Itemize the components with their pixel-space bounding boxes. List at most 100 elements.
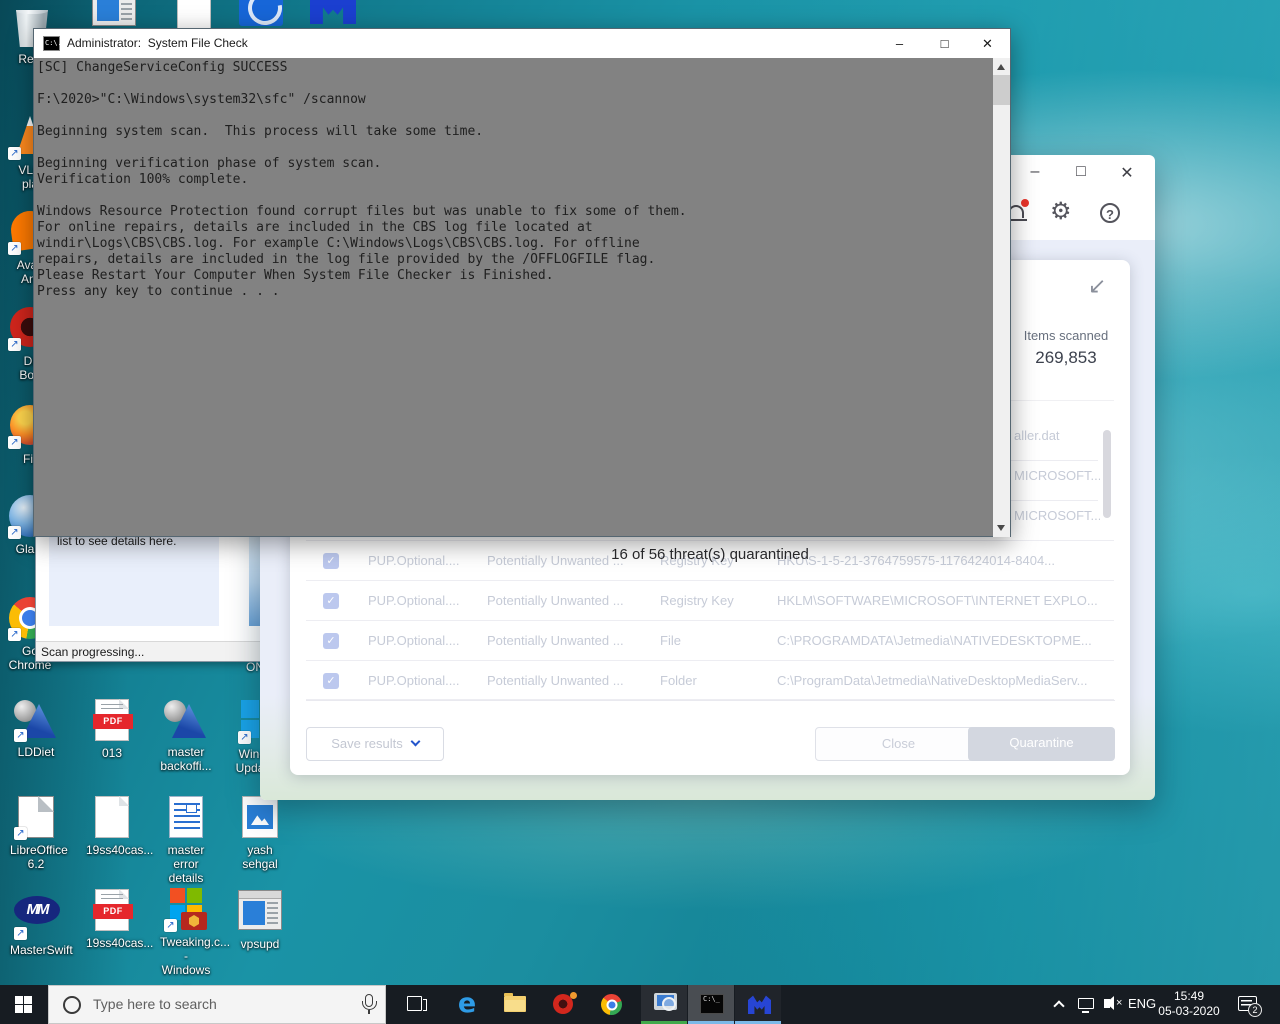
taskbar-cmd-button[interactable]: C:\_ [688, 985, 734, 1024]
start-button[interactable] [0, 985, 48, 1024]
desktop-icon-window-app[interactable] [88, 0, 140, 30]
row-separator [1010, 460, 1098, 461]
desktop-icon-libreoffice[interactable]: ↗ LibreOffice 6.2 [10, 795, 62, 871]
row-checkbox[interactable]: ✓ [323, 553, 339, 569]
row-checkbox[interactable]: ✓ [323, 633, 339, 649]
threat-table-row[interactable]: ✓ PUP.Optional.... Potentially Unwanted … [306, 660, 1114, 700]
desktop-icon-malwarebytes[interactable] [306, 0, 358, 26]
row-checkbox[interactable]: ✓ [323, 673, 339, 689]
taskbar: Type here to search e C:\_ × ENG 15:49 0… [0, 985, 1280, 1024]
malwarebytes-m-icon [748, 994, 771, 1014]
icon-label: 19ss40cas... [86, 936, 138, 950]
notification-dot [570, 992, 577, 999]
image-file-icon [242, 796, 278, 838]
partial-row-location: MICROSOFT... [1014, 508, 1100, 523]
close-button[interactable]: ✕ [1116, 163, 1138, 183]
help-icon[interactable]: ? [1100, 203, 1120, 223]
desktop-icon-blue-tile[interactable] [235, 0, 287, 26]
close-results-button[interactable]: Close [815, 727, 982, 761]
desktop-icon-document[interactable] [168, 0, 220, 31]
shortcut-arrow-icon: ↗ [8, 436, 21, 449]
desktop-icon-master-error-details[interactable]: master error details [160, 795, 212, 885]
shortcut-arrow-icon: ↗ [8, 526, 21, 539]
scroll-up-arrow-icon[interactable] [997, 64, 1005, 70]
speaker-muted-icon[interactable] [1104, 999, 1110, 1008]
desktop-icon-master-backoffice[interactable]: master backoffi... [160, 698, 212, 773]
console-title-bar[interactable]: C:\. Administrator: System File Check – … [34, 29, 1010, 58]
icon-label: master backoffi... [160, 745, 212, 773]
taskbar-edge-button[interactable]: e [443, 985, 491, 1024]
desktop-icon-vpsupd[interactable]: vpsupd [234, 888, 286, 951]
items-scanned-value: 269,853 [1002, 348, 1130, 368]
masterswift-icon: MM [14, 896, 60, 924]
desktop-icon-masterswift[interactable]: MM↗ MasterSwift [10, 888, 62, 957]
clock[interactable]: 15:49 05-03-2020 [1158, 989, 1220, 1019]
shortcut-arrow-icon: ↗ [8, 338, 21, 351]
threat-type: Registry Key [660, 593, 765, 608]
quarantine-button[interactable]: Quarantine [968, 727, 1115, 761]
microphone-icon[interactable] [365, 994, 373, 1007]
collapse-arrow-icon[interactable]: ↙ [1088, 274, 1106, 299]
desktop-icon-19ss40cas-pdf[interactable]: PDF 19ss40cas... [86, 888, 138, 950]
scanner-status-text: Scan progressing... [36, 641, 264, 661]
desktop-icon-19ss40cas-doc[interactable]: 19ss40cas... [86, 795, 138, 857]
threat-type: Folder [660, 673, 765, 688]
threat-type: File [660, 633, 765, 648]
threat-table-row[interactable]: ✓ PUP.Optional.... Potentially Unwanted … [306, 620, 1114, 660]
threat-category: Potentially Unwanted ... [487, 593, 637, 608]
icon-label: 013 [86, 746, 138, 760]
search-input[interactable]: Type here to search [48, 985, 386, 1024]
save-results-label: Save results [331, 736, 403, 751]
taskbar-malwarebytes-button[interactable] [735, 985, 781, 1024]
console-line: Press any key to continue . . . [37, 284, 687, 300]
console-line: Verification 100% complete. [37, 172, 687, 188]
maximize-button[interactable]: □ [1070, 163, 1092, 181]
console-scrollbar[interactable] [993, 58, 1010, 537]
console-line: [SC] ChangeServiceConfig SUCCESS [37, 60, 687, 76]
task-view-button[interactable] [392, 985, 440, 1024]
quarantine-progress-text: 16 of 56 threat(s) quarantined [390, 546, 1030, 563]
search-placeholder: Type here to search [93, 996, 217, 1012]
scrollbar-thumb[interactable] [993, 75, 1010, 105]
windows-logo-icon [15, 996, 32, 1013]
desktop-icon-lddiet[interactable]: ↗ LDDiet [10, 698, 62, 759]
scroll-down-arrow-icon[interactable] [997, 525, 1005, 531]
table-scrollbar-thumb[interactable] [1103, 430, 1111, 518]
console-line: Beginning system scan. This process will… [37, 124, 687, 140]
taskbar-driver-booster-button[interactable] [539, 985, 587, 1024]
hidden-icons-chevron[interactable] [1053, 1000, 1064, 1011]
taskbar-chrome-button[interactable] [587, 985, 635, 1024]
console-line [37, 76, 687, 92]
save-results-button[interactable]: Save results [306, 727, 444, 761]
desktop-icon-013-pdf[interactable]: PDF 013 [86, 698, 138, 760]
maximize-button[interactable]: □ [922, 29, 967, 58]
settings-gear-icon[interactable]: ⚙ [1050, 197, 1072, 225]
icon-label: master error details [160, 843, 212, 885]
notification-dot [1021, 199, 1029, 207]
console-line [37, 188, 687, 204]
desktop-icon-tweaking[interactable]: ↗ Tweaking.c... - Windows ... [160, 888, 212, 991]
minimize-button[interactable]: – [877, 29, 922, 58]
pdf-file-icon: PDF [95, 889, 129, 931]
network-icon[interactable] [1078, 998, 1094, 1009]
blank-document-icon [95, 796, 129, 838]
console-window: C:\. Administrator: System File Check – … [33, 28, 1011, 537]
close-button[interactable]: ✕ [965, 29, 1010, 58]
console-line: F:\2020>"C:\Windows\system32\sfc" /scann… [37, 92, 687, 108]
minimize-button[interactable]: – [1024, 163, 1046, 181]
blue-tile-icon [239, 0, 283, 26]
console-line: repairs, details are included in the log… [37, 252, 687, 268]
threat-name: PUP.Optional.... [368, 673, 478, 688]
language-indicator[interactable]: ENG [1128, 996, 1156, 1011]
console-line [37, 140, 687, 156]
threat-table-row[interactable]: ✓ PUP.Optional.... Potentially Unwanted … [306, 580, 1114, 620]
notification-badge: 2 [1248, 1003, 1262, 1017]
taskbar-scanner-app-button[interactable] [641, 985, 687, 1024]
desktop-icon-yash-sehgal[interactable]: yash sehgal [234, 795, 286, 871]
taskbar-file-explorer-button[interactable] [491, 985, 539, 1024]
vpsupd-window-icon [238, 890, 282, 930]
divider [306, 700, 1115, 701]
row-checkbox[interactable]: ✓ [323, 593, 339, 609]
task-view-icon [407, 996, 422, 1011]
console-output: [SC] ChangeServiceConfig SUCCESS F:\2020… [34, 58, 993, 537]
